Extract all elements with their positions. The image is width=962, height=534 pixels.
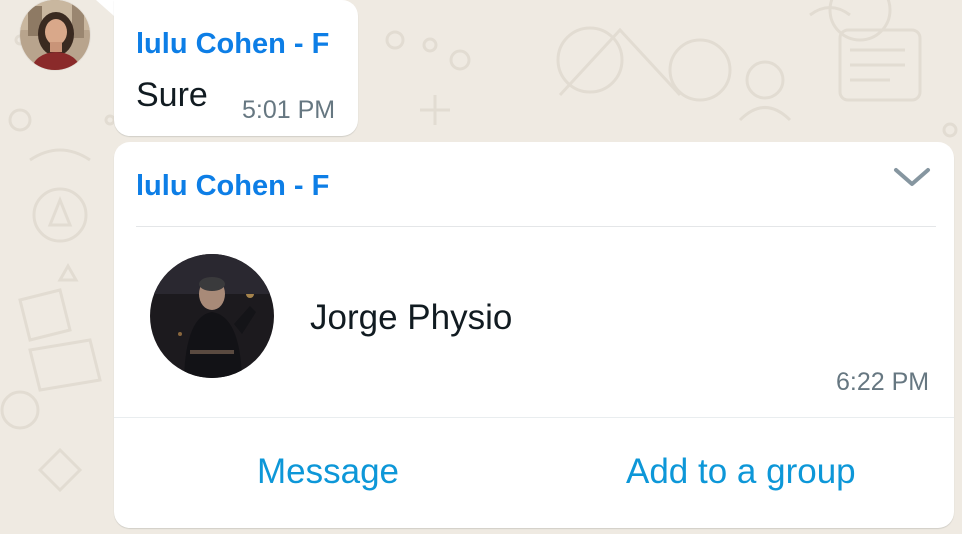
sender-name[interactable]: lulu Cohen - F [136, 28, 329, 61]
add-to-group-button[interactable]: Add to a group [626, 452, 856, 492]
message-bubble[interactable]: lulu Cohen - F Sure 5:01 PM [114, 0, 358, 136]
sender-avatar[interactable] [20, 0, 90, 70]
contact-avatar[interactable] [150, 254, 274, 378]
message-text: Sure [136, 76, 208, 114]
sender-name[interactable]: lulu Cohen - F [136, 170, 329, 203]
contact-card-bubble[interactable]: lulu Cohen - F Jorge Physio 6:22 PM Mess… [114, 142, 954, 528]
message-timestamp: 5:01 PM [242, 96, 336, 124]
card-divider [136, 226, 936, 227]
bubble-tail [96, 0, 114, 16]
contact-name: Jorge Physio [310, 298, 513, 337]
chevron-down-icon[interactable] [892, 166, 932, 190]
message-button[interactable]: Message [257, 452, 399, 492]
actions-divider [114, 417, 954, 418]
message-timestamp: 6:22 PM [836, 368, 930, 396]
